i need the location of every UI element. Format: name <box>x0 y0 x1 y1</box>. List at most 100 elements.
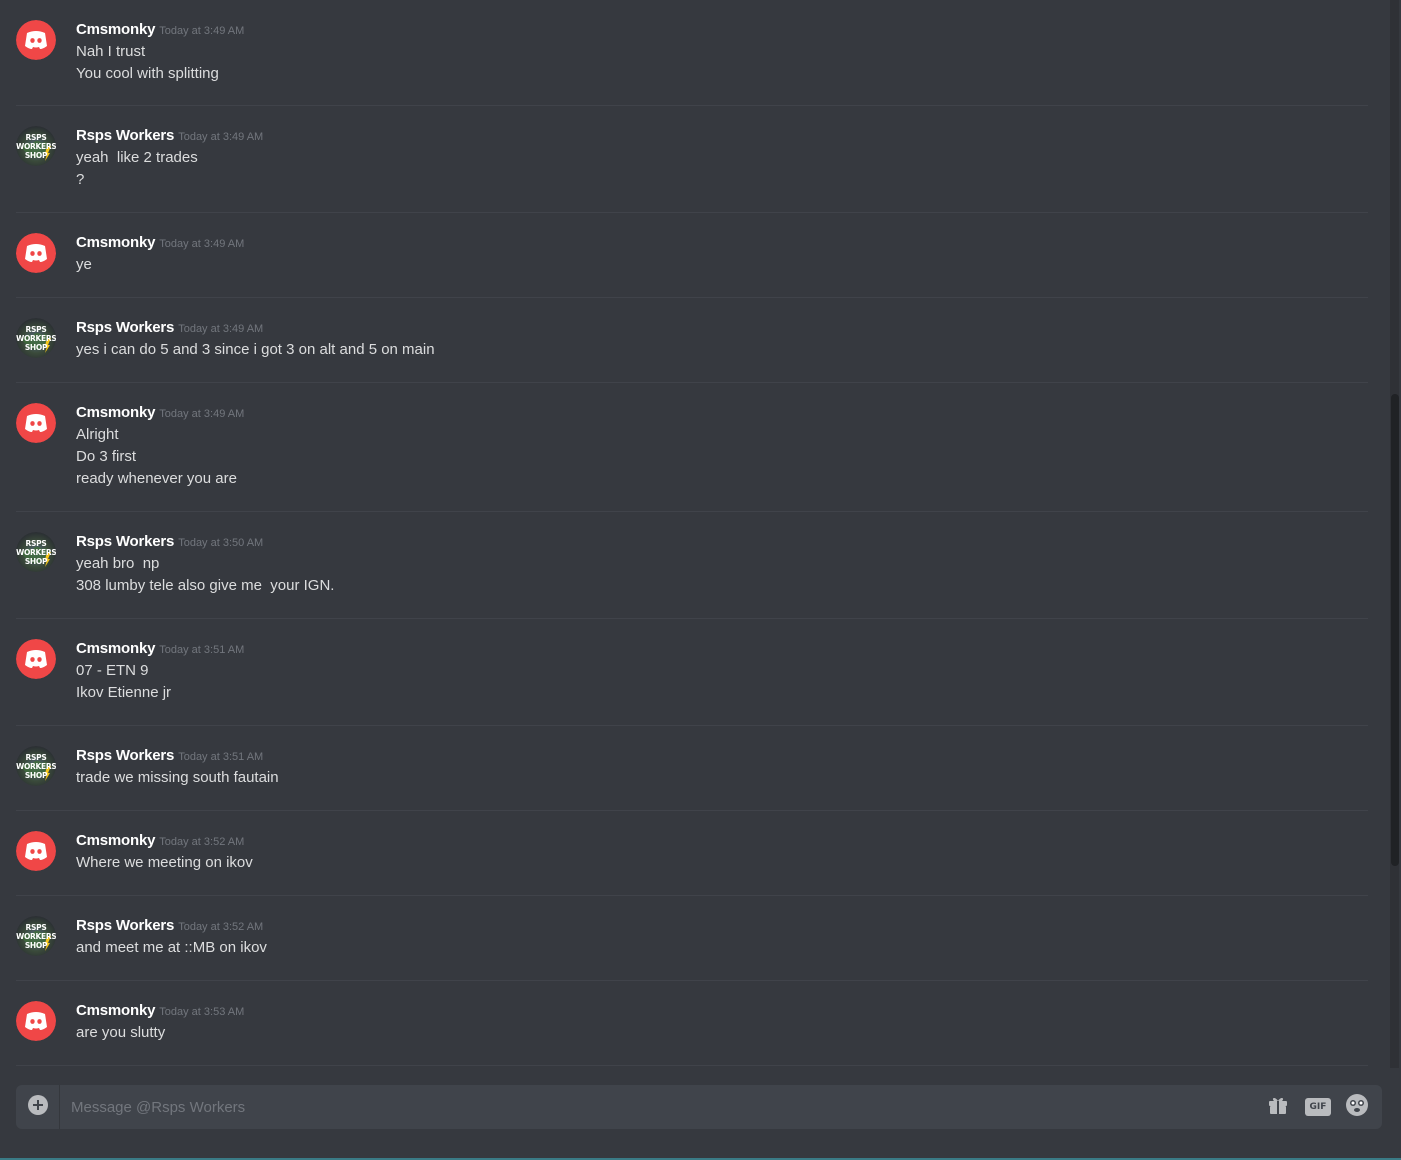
gif-label: GIF <box>1309 1102 1327 1112</box>
message-content: Cmsmonky Today at 3:49 AM ye <box>76 232 244 276</box>
rsps-workers-avatar[interactable]: RSPS WORKERS SHOP <box>16 532 56 572</box>
message-group: Cmsmonky Today at 3:52 AM Where we meeting… <box>16 811 1368 896</box>
gift-button[interactable] <box>1266 1095 1290 1119</box>
username[interactable]: Cmsmonky <box>76 404 155 421</box>
message-group: Cmsmonky Today at 3:51 AM 07 - ETN 9 Ikov E… <box>16 619 1368 726</box>
timestamp: Today at 3:49 AM <box>159 408 245 420</box>
rsps-workers-avatar[interactable]: RSPS WORKERS SHOP <box>16 126 56 166</box>
discord-logo-icon <box>16 233 56 273</box>
discord-logo-icon <box>16 639 56 679</box>
message-group: RSPS WORKERS SHOP Rsps Workers Today at 3:49… <box>16 298 1368 383</box>
avatar-logo-line: WORKERS <box>16 932 56 941</box>
cmsmonky-avatar[interactable] <box>16 233 56 273</box>
avatar-logo-text: RSPS WORKERS SHOP <box>16 539 56 566</box>
avatar-logo-line: RSPS <box>25 133 47 142</box>
message-group: RSPS WORKERS SHOP Rsps Workers Today at 3:50… <box>16 512 1368 619</box>
username[interactable]: Rsps Workers <box>76 747 174 764</box>
rsps-workers-avatar[interactable]: RSPS WORKERS SHOP <box>16 916 56 956</box>
avatar-logo-line: SHOP <box>24 771 48 780</box>
gif-button[interactable]: GIF <box>1304 1095 1332 1119</box>
avatar-logo-line: SHOP <box>24 343 48 352</box>
message-text: yeah like 2 trades <box>76 149 198 166</box>
username[interactable]: Cmsmonky <box>76 234 155 251</box>
message-header: Rsps Workers Today at 3:49 AM <box>76 125 263 147</box>
message-content: Cmsmonky Today at 3:49 AM Nah I trust You c… <box>76 19 244 85</box>
timestamp: Today at 3:53 AM <box>159 1006 245 1018</box>
avatar-logo-text: RSPS WORKERS SHOP <box>16 133 56 160</box>
timestamp: Today at 3:49 AM <box>178 131 264 143</box>
avatar-logo-line: WORKERS <box>16 762 56 771</box>
message-text: 07 - ETN 9 <box>76 662 149 679</box>
cmsmonky-avatar[interactable] <box>16 1001 56 1041</box>
message-text: ? <box>76 171 85 188</box>
avatar-logo-line: WORKERS <box>16 548 56 557</box>
username[interactable]: Cmsmonky <box>76 832 155 849</box>
message-content: Rsps Workers Today at 3:49 AM yes i can do… <box>76 317 435 361</box>
timestamp: Today at 3:50 AM <box>178 537 264 549</box>
message-group: RSPS WORKERS SHOP Rsps Workers Today at 3:49… <box>16 106 1368 213</box>
avatar-logo-text: RSPS WORKERS SHOP <box>16 325 56 352</box>
message-text: Ikov Etienne jr <box>76 684 172 701</box>
message-header: Cmsmonky Today at 3:49 AM <box>76 19 244 41</box>
username[interactable]: Cmsmonky <box>76 640 155 657</box>
dm-chat-window: Cmsmonky Today at 3:49 AM Nah I trust You c… <box>0 0 1401 1160</box>
avatar-logo-line: WORKERS <box>16 142 56 151</box>
message-text: 308 lumby tele also give me your IGN. <box>76 577 335 594</box>
message-text: ye <box>76 256 92 273</box>
discord-logo-icon <box>16 1001 56 1041</box>
avatar-logo-line: RSPS <box>25 325 47 334</box>
cmsmonky-avatar[interactable] <box>16 403 56 443</box>
message-text: and meet me at ::MB on ikov <box>76 939 267 956</box>
username[interactable]: Rsps Workers <box>76 917 174 934</box>
emoji-icon <box>1345 1093 1369 1122</box>
message-text: trade we missing south fautain <box>76 769 279 786</box>
timestamp: Today at 3:49 AM <box>159 238 245 250</box>
message-content: Rsps Workers Today at 3:50 AM yeah bro np 3… <box>76 531 334 597</box>
message-text: ready whenever you are <box>76 470 237 487</box>
message-group: Cmsmonky Today at 3:49 AM Alright Do 3 firs… <box>16 383 1368 512</box>
message-text: Nah I trust <box>76 43 146 60</box>
message-text: You cool with splitting <box>76 65 219 82</box>
message-input[interactable] <box>71 1085 1251 1129</box>
avatar-logo-line: RSPS <box>25 753 47 762</box>
message-text: Do 3 first <box>76 448 137 465</box>
avatar-logo-line: SHOP <box>24 941 48 950</box>
message-content: Cmsmonky Today at 3:53 AM are you slutty <box>76 1000 244 1044</box>
message-group: RSPS WORKERS SHOP Rsps Workers Today at 3:52… <box>16 896 1368 981</box>
upload-button[interactable] <box>16 1085 60 1129</box>
message-group: Cmsmonky Today at 3:53 AM are you slutty <box>16 981 1368 1066</box>
message-header: Rsps Workers Today at 3:52 AM <box>76 915 267 937</box>
cmsmonky-avatar[interactable] <box>16 20 56 60</box>
avatar-logo-text: RSPS WORKERS SHOP <box>16 753 56 780</box>
username[interactable]: Rsps Workers <box>76 533 174 550</box>
username[interactable]: Rsps Workers <box>76 127 174 144</box>
discord-logo-icon <box>16 403 56 443</box>
rsps-workers-avatar[interactable]: RSPS WORKERS SHOP <box>16 318 56 358</box>
username[interactable]: Cmsmonky <box>76 1002 155 1019</box>
message-text: Alright <box>76 426 119 443</box>
username[interactable]: Cmsmonky <box>76 21 155 38</box>
cmsmonky-avatar[interactable] <box>16 639 56 679</box>
plus-circle-icon <box>27 1094 49 1121</box>
message-list: Cmsmonky Today at 3:49 AM Nah I trust You c… <box>0 0 1386 1068</box>
avatar-logo-line: RSPS <box>25 923 47 932</box>
avatar-logo-line: SHOP <box>24 151 48 160</box>
rsps-workers-avatar[interactable]: RSPS WORKERS SHOP <box>16 746 56 786</box>
message-text: yeah bro np <box>76 555 160 572</box>
emoji-button[interactable] <box>1345 1093 1369 1122</box>
message-header: Cmsmonky Today at 3:51 AM <box>76 638 244 660</box>
message-header: Rsps Workers Today at 3:51 AM <box>76 745 279 767</box>
timestamp: Today at 3:51 AM <box>178 751 264 763</box>
message-header: Rsps Workers Today at 3:49 AM <box>76 317 435 339</box>
timestamp: Today at 3:51 AM <box>159 644 245 656</box>
username[interactable]: Rsps Workers <box>76 319 174 336</box>
scrollbar-thumb[interactable] <box>1391 394 1399 866</box>
discord-logo-icon <box>16 20 56 60</box>
message-content: Rsps Workers Today at 3:51 AM trade we mis… <box>76 745 279 789</box>
timestamp: Today at 3:52 AM <box>159 836 245 848</box>
message-content: Rsps Workers Today at 3:52 AM and meet me … <box>76 915 267 959</box>
cmsmonky-avatar[interactable] <box>16 831 56 871</box>
message-group: Cmsmonky Today at 3:49 AM Nah I trust You c… <box>16 0 1368 106</box>
message-group: RSPS WORKERS SHOP Rsps Workers Today at 3:51… <box>16 726 1368 811</box>
message-header: Cmsmonky Today at 3:52 AM <box>76 830 253 852</box>
